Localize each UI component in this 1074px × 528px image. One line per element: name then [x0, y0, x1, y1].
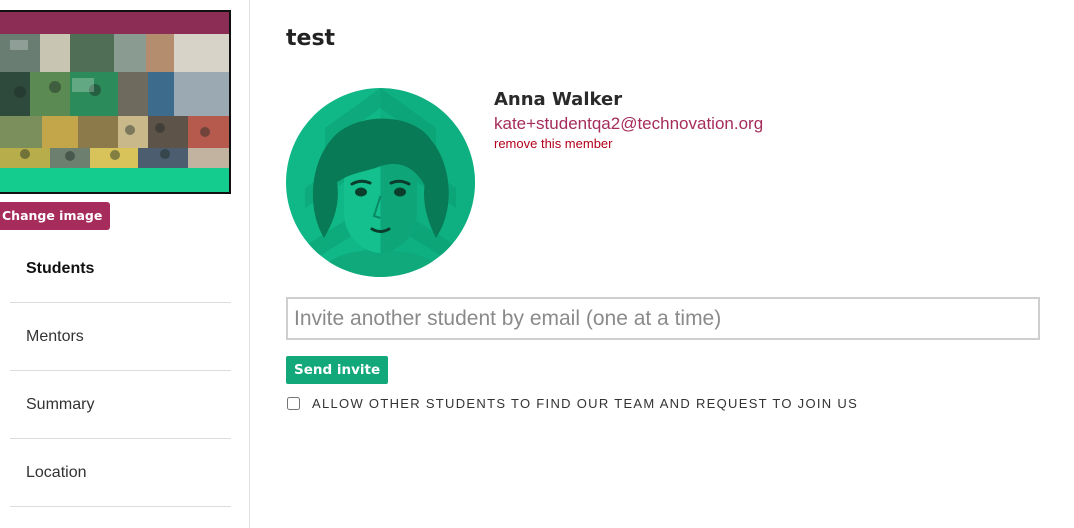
team-photo-collage-image	[0, 12, 229, 192]
invite-student-email-input[interactable]	[286, 297, 1040, 340]
remove-member-link[interactable]: remove this member	[494, 136, 612, 151]
change-image-button[interactable]: Change image	[0, 202, 111, 230]
send-invite-button[interactable]: Send invite	[286, 356, 389, 384]
team-photo	[0, 10, 231, 194]
team-section-nav: Students Mentors Summary Location	[10, 236, 231, 507]
allow-join-requests-label: Allow other students to find our team an…	[312, 396, 859, 411]
nav-item-students[interactable]: Students	[10, 236, 231, 303]
member-email-link[interactable]: kate+studentqa2@technovation.org	[494, 114, 763, 134]
allow-join-requests-checkbox[interactable]	[287, 397, 300, 410]
team-name-heading: test	[286, 26, 336, 51]
allow-join-requests-option[interactable]: Allow other students to find our team an…	[286, 396, 858, 411]
nav-item-mentors[interactable]: Mentors	[10, 303, 231, 371]
nav-item-summary[interactable]: Summary	[10, 371, 231, 439]
female-student-avatar-icon	[286, 88, 475, 277]
member-name: Anna Walker	[494, 89, 623, 110]
sidebar: Change image Students Mentors Summary Lo…	[0, 0, 250, 528]
nav-item-location[interactable]: Location	[10, 439, 231, 507]
